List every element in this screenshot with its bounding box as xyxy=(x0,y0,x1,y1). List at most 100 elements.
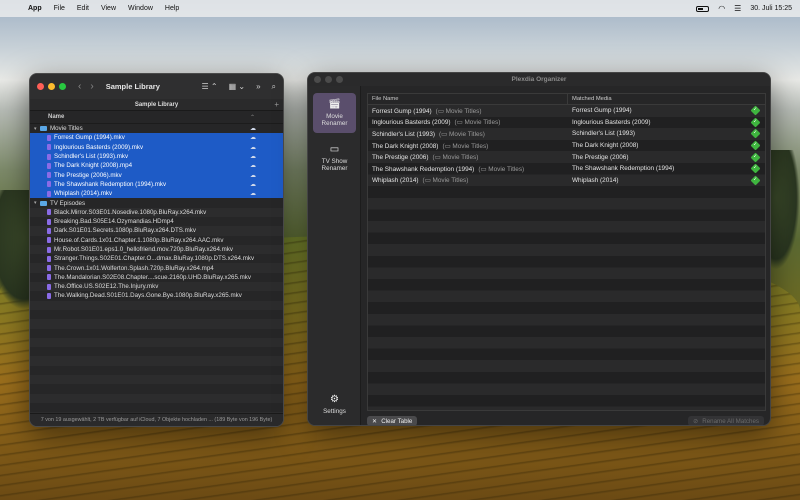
sidebar-item-label: TV Show Renamer xyxy=(321,158,348,172)
rename-table: File Name Matched Media Forrest Gump (19… xyxy=(367,93,766,411)
source-folder-tag: (▭ Movie Titles) xyxy=(435,107,482,115)
file-name-cell: The Shawshank Redemption (1994) (▭ Movie … xyxy=(368,165,568,173)
empty-row xyxy=(30,366,283,375)
menu-window[interactable]: Window xyxy=(128,5,153,12)
empty-row xyxy=(30,319,283,329)
sidebar-item-label: Settings xyxy=(323,408,346,415)
menu-edit[interactable]: Edit xyxy=(77,5,89,12)
folder-icon: ▭ xyxy=(444,142,451,150)
clear-table-button[interactable]: ✕ Clear Table xyxy=(367,416,418,425)
table-row[interactable]: Whiplash (2014) (▭ Movie Titles) Whiplash … xyxy=(368,174,765,187)
battery-icon[interactable] xyxy=(696,5,710,12)
close-icon: ✕ xyxy=(372,417,378,425)
file-row[interactable]: The Prestige (2006).mkv ☁ xyxy=(30,170,283,180)
new-tab-icon[interactable]: + xyxy=(274,100,279,109)
file-name-cell: Inglourious Basterds (2009) (▭ Movie Titl… xyxy=(368,118,568,126)
file-row[interactable]: The.Crown.1x01.Wolferton.Splash.720p.Blu… xyxy=(30,263,283,273)
group-view-icon[interactable]: ▦ ⌄ xyxy=(229,82,245,91)
file-name: Mr.Robot.S01E01.eps1.0_hellofriend.mov.7… xyxy=(54,246,233,253)
match-check-icon: ✓ xyxy=(750,105,761,116)
file-name: Breaking.Bad.S05E14.Ozymandias.HDmp4 xyxy=(54,218,174,226)
file-row[interactable]: Whiplash (2014).mkv ☁ xyxy=(30,189,283,199)
menubar-clock[interactable]: 30. Juli 15:25 xyxy=(750,5,792,12)
menu-file[interactable]: File xyxy=(54,5,65,12)
matched-media-cell: The Shawshank Redemption (1994) xyxy=(572,165,675,173)
matched-media-cell: Forrest Gump (1994) xyxy=(572,107,632,115)
sidebar-item-tv-show-renamer[interactable]: ▭ TV Show Renamer xyxy=(313,138,356,178)
file-name-text: The Shawshank Redemption (1994) xyxy=(372,165,475,173)
icloud-upload-icon: ☁ xyxy=(250,191,256,198)
file-row[interactable]: The.Office.US.S02E12.The.Injury.mkv xyxy=(30,282,283,292)
file-row[interactable]: The.Mandalorian.S02E08.Chapter....scue.2… xyxy=(30,273,283,282)
file-row[interactable]: Black.Mirror.S03E01.Nosedive.1080p.BluRa… xyxy=(30,207,283,217)
rename-icon: ⊘ xyxy=(693,417,699,425)
finder-file-list: ▾ Movie Titles ☁ Forrest Gump (1994).mkv ☁ In… xyxy=(30,124,283,426)
table-body: Forrest Gump (1994) (▭ Movie Titles) Forre… xyxy=(368,105,765,187)
video-file-icon xyxy=(47,255,51,262)
gear-icon: ⚙ xyxy=(330,394,339,405)
file-row[interactable]: Mr.Robot.S01E01.eps1.0_hellofriend.mov.7… xyxy=(30,244,283,255)
column-header-name[interactable]: Name ⌃ xyxy=(30,111,283,124)
match-check-icon: ✓ xyxy=(750,152,761,163)
file-row[interactable]: Forrest Gump (1994).mkv ☁ xyxy=(30,133,283,143)
folder-icon: ▭ xyxy=(441,130,448,138)
rename-all-button[interactable]: ⊘ Rename All Matches xyxy=(688,416,764,425)
empty-row xyxy=(30,403,283,412)
folder-row[interactable]: ▾ TV Episodes xyxy=(30,198,283,207)
close-button[interactable] xyxy=(37,83,44,90)
empty-row xyxy=(30,337,283,348)
match-check-icon: ✓ xyxy=(750,140,761,151)
file-row[interactable]: Schindler's List (1993).mkv ☁ xyxy=(30,151,283,162)
forward-icon[interactable]: › xyxy=(90,81,93,92)
table-row[interactable]: The Dark Knight (2008) (▭ Movie Titles) Th… xyxy=(368,140,765,152)
column-header-file-name[interactable]: File Name xyxy=(368,94,568,104)
wifi-icon[interactable]: ◠ xyxy=(718,4,725,13)
menu-app[interactable]: App xyxy=(28,5,42,12)
table-row[interactable]: Forrest Gump (1994) (▭ Movie Titles) Forre… xyxy=(368,105,765,117)
source-folder-tag: (▭ Movie Titles) xyxy=(454,119,501,127)
file-row[interactable]: Stranger.Things.S02E01.Chapter.O...dmax.… xyxy=(30,254,283,263)
sort-chevron-icon: ⌃ xyxy=(249,114,255,121)
file-row[interactable]: Breaking.Bad.S05E14.Ozymandias.HDmp4 xyxy=(30,217,283,226)
matched-media-cell: Schindler's List (1993) xyxy=(572,130,636,138)
back-icon[interactable]: ‹ xyxy=(78,81,81,92)
folder-icon: ▭ xyxy=(424,177,431,185)
file-row[interactable]: Dark.S01E01.Secrets.1080p.BluRay.x264.DT… xyxy=(30,226,283,236)
search-icon[interactable]: ⌕ xyxy=(272,82,276,92)
sidebar-item-movie-renamer[interactable]: 🎬︎ Movie Renamer xyxy=(313,93,356,133)
finder-tab[interactable]: Sample Library + xyxy=(30,99,283,111)
table-row[interactable]: Schindler's List (1993) (▭ Movie Titles) S… xyxy=(368,128,765,140)
file-name-cell: The Dark Knight (2008) (▭ Movie Titles) xyxy=(368,142,568,150)
sidebar-item-settings[interactable]: ⚙ Settings xyxy=(313,388,356,418)
table-row[interactable]: Inglourious Basterds (2009) (▭ Movie Titl… xyxy=(368,117,765,129)
control-center-icon[interactable]: ☰ xyxy=(734,4,741,13)
minimize-button[interactable] xyxy=(48,83,55,90)
file-name-text: Whiplash (2014) xyxy=(372,177,419,185)
plexdia-titlebar: Plexdia Organizer xyxy=(308,73,770,86)
file-name-cell: The Prestige (2006) (▭ Movie Titles) xyxy=(368,153,568,161)
table-row[interactable]: The Shawshank Redemption (1994) (▭ Movie … xyxy=(368,163,765,175)
source-folder-tag: (▭ Movie Titles) xyxy=(439,130,485,138)
file-row[interactable]: The.Walking.Dead.S01E01.Days.Gone.Bye.10… xyxy=(30,291,283,300)
more-icon[interactable]: » xyxy=(256,82,260,91)
file-row[interactable]: Inglourious Basterds (2009).mkv ☁ xyxy=(30,142,283,152)
menu-view[interactable]: View xyxy=(101,5,116,12)
zoom-button[interactable] xyxy=(59,83,66,90)
column-header-matched-media[interactable]: Matched Media xyxy=(568,94,765,104)
table-row[interactable]: The Prestige (2006) (▭ Movie Titles) The P… xyxy=(368,151,765,163)
file-name-text: Inglourious Basterds (2009) xyxy=(372,119,451,127)
folder-icon xyxy=(40,200,47,206)
file-name: The Dark Knight (2008).mp4 xyxy=(54,162,133,170)
menu-help[interactable]: Help xyxy=(165,5,179,12)
file-row[interactable]: House.of.Cards.1x01.Chapter.1.1080p.BluR… xyxy=(30,236,283,245)
file-row[interactable]: The Shawshank Redemption (1994).mkv ☁ xyxy=(30,179,283,190)
file-name-cell: Forrest Gump (1994) (▭ Movie Titles) xyxy=(368,107,568,115)
folder-row[interactable]: ▾ Movie Titles ☁ xyxy=(30,124,283,133)
file-name: Black.Mirror.S03E01.Nosedive.1080p.BluRa… xyxy=(54,208,207,216)
file-row[interactable]: The Dark Knight (2008).mp4 ☁ xyxy=(30,161,283,171)
video-file-icon xyxy=(47,162,51,169)
source-folder-label: Movie Titles xyxy=(449,130,483,138)
plexdia-window: Plexdia Organizer 🎬︎ Movie Renamer ▭ TV … xyxy=(307,72,771,426)
list-view-icon[interactable]: ☰ ⌃ xyxy=(201,82,217,91)
file-name-cell: Whiplash (2014) (▭ Movie Titles) xyxy=(368,176,568,184)
